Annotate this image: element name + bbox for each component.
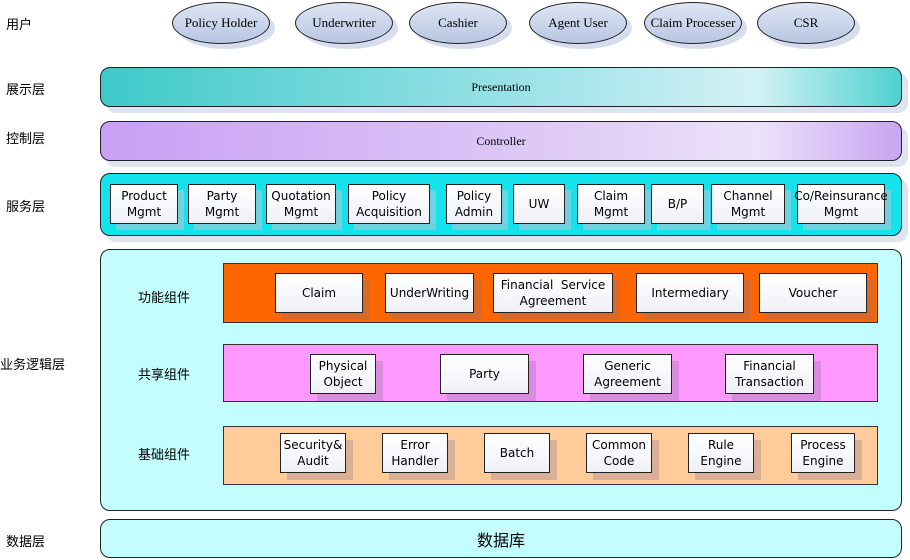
service-box: Policy Acquisition xyxy=(348,184,430,224)
base-components-label: 基础组件 xyxy=(138,448,191,463)
controller-layer-bar: Controller xyxy=(100,121,902,161)
base-component: Process Engine xyxy=(791,433,855,473)
functional-component: Intermediary xyxy=(636,273,744,313)
functional-component: Claim xyxy=(275,273,363,313)
shared-component: Physical Object xyxy=(310,354,376,394)
service-box: Policy Admin xyxy=(446,184,502,224)
layer-label-service: 服务层 xyxy=(6,200,46,215)
service-box: Quotation Mgmt xyxy=(266,184,336,224)
base-component: Rule Engine xyxy=(688,433,754,473)
presentation-layer-bar: Presentation xyxy=(100,67,902,107)
functional-component: Voucher xyxy=(759,273,867,313)
service-box: Claim Mgmt xyxy=(577,184,645,224)
user-policy-holder: Policy Holder xyxy=(172,2,270,44)
user-cashier: Cashier xyxy=(409,2,507,44)
base-component: Security& Audit xyxy=(280,433,346,473)
shared-component: Generic Agreement xyxy=(583,354,672,394)
controller-label: Controller xyxy=(476,133,526,148)
service-box: Product Mgmt xyxy=(110,184,178,224)
database-label: 数据库 xyxy=(476,530,525,550)
shared-component: Financial Transaction xyxy=(725,354,814,394)
layer-label-users: 用户 xyxy=(6,18,33,33)
functional-components-label: 功能组件 xyxy=(138,291,191,306)
user-csr: CSR xyxy=(757,2,855,44)
layer-label-control: 控制层 xyxy=(6,132,46,147)
service-box: UW xyxy=(513,184,565,224)
service-box: Co/Reinsurance Mgmt xyxy=(794,184,888,224)
service-box: Channel Mgmt xyxy=(711,184,785,224)
base-component: Error Handler xyxy=(382,433,448,473)
user-agent-user: Agent User xyxy=(529,2,627,44)
base-component: Batch xyxy=(484,433,550,473)
base-component: Common Code xyxy=(586,433,652,473)
shared-component: Party xyxy=(440,354,529,394)
functional-component: Financial Service Agreement xyxy=(493,273,613,313)
functional-component: UnderWriting xyxy=(385,273,474,313)
shared-components-label: 共享组件 xyxy=(138,368,191,383)
layer-label-business-logic: 业务逻辑层 xyxy=(0,358,66,373)
user-underwriter: Underwriter xyxy=(295,2,393,44)
service-box: Party Mgmt xyxy=(188,184,256,224)
service-box: B/P xyxy=(651,184,704,224)
user-claim-processer: Claim Processer xyxy=(644,2,742,44)
layer-label-data: 数据层 xyxy=(6,535,46,550)
presentation-label: Presentation xyxy=(471,79,531,94)
database-bar: 数据库 xyxy=(100,519,902,558)
layer-label-presentation: 展示层 xyxy=(6,83,46,98)
